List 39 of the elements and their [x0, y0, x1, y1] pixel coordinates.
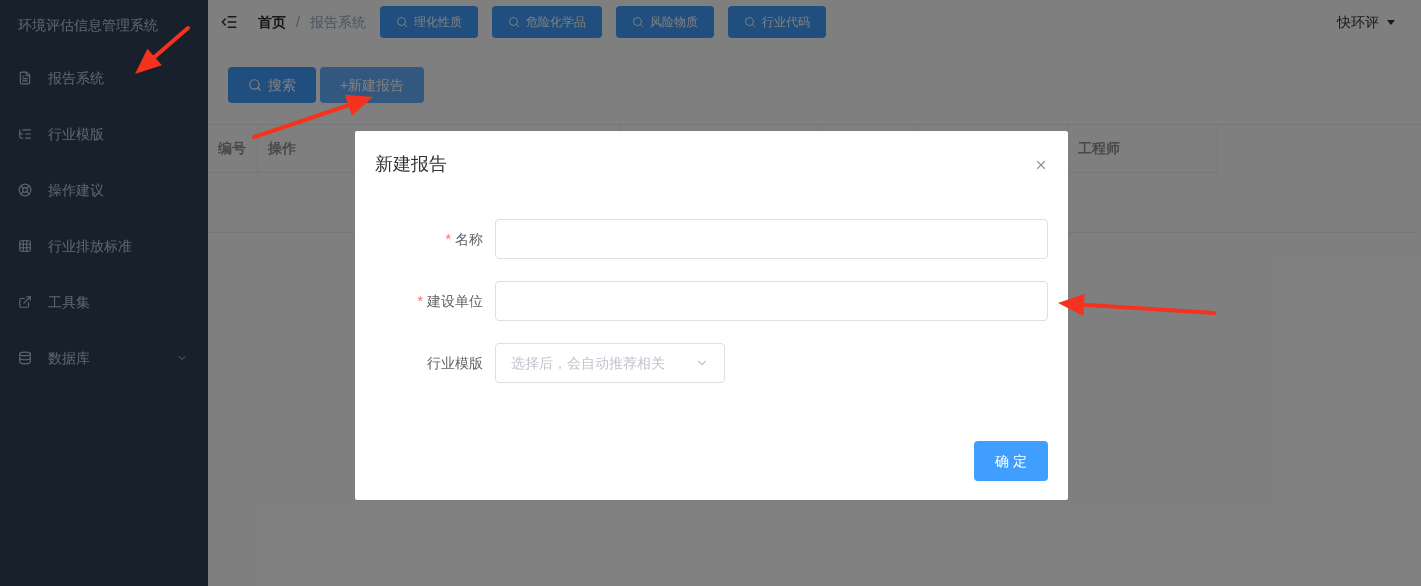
new-report-button[interactable]: +新建报告	[320, 67, 425, 103]
field-label: 名称	[455, 229, 483, 249]
required-mark: *	[417, 291, 423, 311]
input-field[interactable]	[495, 219, 1048, 259]
field-label: 行业模版	[427, 353, 483, 373]
required-mark: *	[445, 229, 451, 249]
quick-button[interactable]: 风险物质	[615, 6, 714, 38]
search-icon	[395, 16, 408, 28]
app-title: 环境评估信息管理系统	[18, 15, 158, 35]
list-icon	[18, 127, 32, 141]
sidebar-item[interactable]: 工具集	[0, 274, 208, 330]
lifebuoy-icon	[18, 183, 32, 197]
input-field[interactable]	[495, 281, 1048, 321]
database-icon	[18, 351, 32, 365]
menu-icon[interactable]	[220, 13, 238, 31]
sidebar-item[interactable]: 行业模版	[0, 106, 208, 162]
search-button[interactable]: 搜索	[228, 67, 316, 103]
document-icon	[18, 71, 32, 85]
sidebar-item[interactable]: 数据库	[0, 330, 208, 386]
quick-button[interactable]: 危险化学品	[491, 6, 602, 38]
search-icon	[248, 78, 262, 92]
breadcrumb-separator: /	[296, 12, 300, 32]
breadcrumb-link[interactable]: 首页	[258, 11, 286, 33]
quick-button[interactable]: 行业代码	[727, 6, 826, 38]
grid-icon	[18, 239, 32, 253]
search-icon	[631, 16, 644, 28]
dialog-title: 新建报告	[375, 153, 447, 176]
sidebar-item[interactable]: 操作建议	[0, 162, 208, 218]
search-icon	[507, 16, 520, 28]
confirm-button[interactable]: 确 定	[974, 441, 1048, 481]
caret-icon	[1387, 19, 1395, 25]
sidebar-item[interactable]: 行业排放标准	[0, 218, 208, 274]
user-menu[interactable]: 快环评	[1337, 11, 1395, 33]
external-link-icon	[18, 295, 32, 309]
select-field[interactable]: 选择后，会自动推荐相关	[495, 343, 725, 383]
search-icon	[743, 16, 756, 28]
sidebar-item[interactable]: 报告系统	[0, 50, 208, 106]
quick-button[interactable]: 理化性质	[379, 6, 478, 38]
field-label: 建设单位	[427, 291, 483, 311]
